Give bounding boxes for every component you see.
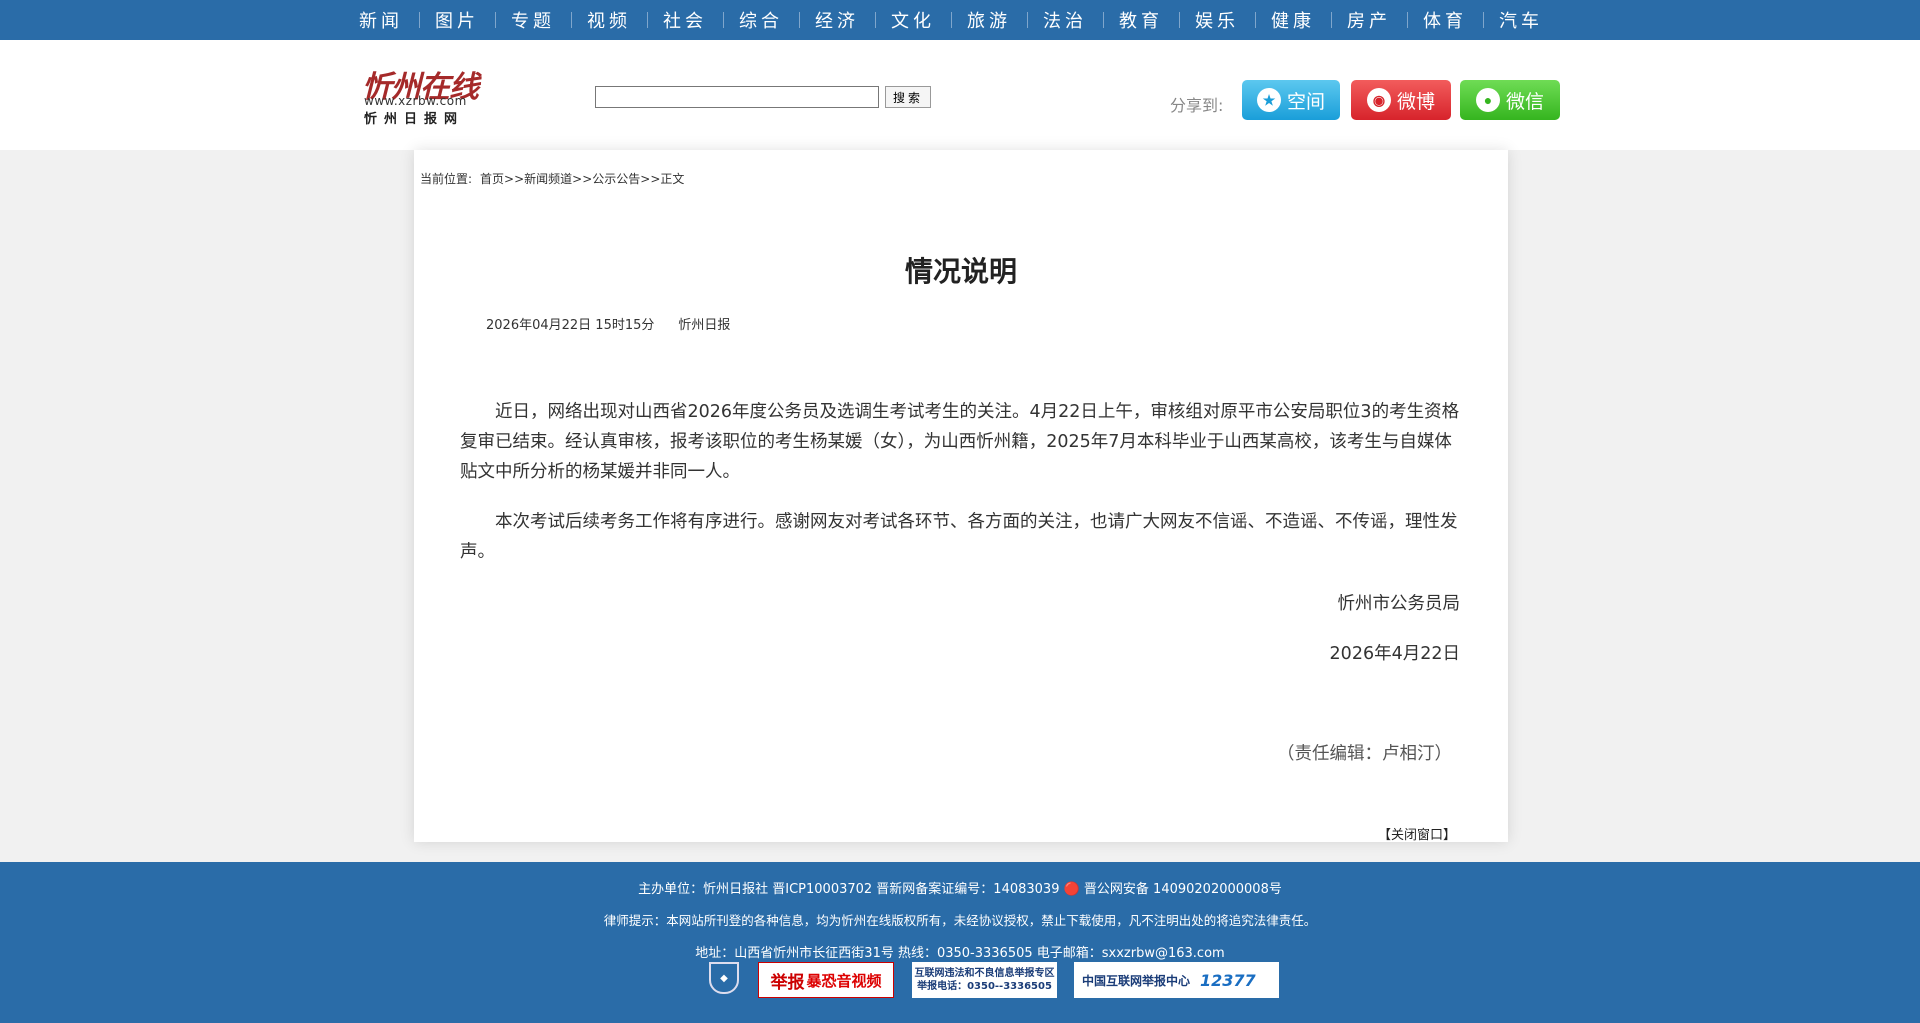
nav-item: 娱乐 [1171,7,1247,33]
share-weibo-label: 微博 [1396,91,1435,113]
close-window-link[interactable]: 【关闭窗口】 [1378,824,1456,843]
nav-link[interactable]: 教育 [1111,7,1171,33]
nav-separator [1407,12,1408,28]
article-source: 忻州日报 [678,318,731,333]
nav-separator [1483,12,1484,28]
search-input[interactable] [595,86,879,108]
footer-sponsor: 主办单位：忻州日报社 晋ICP10003702 晋新网备案证编号：1408303… [638,882,1282,897]
article-title: 情况说明 [904,255,1017,288]
logo-name: 忻州日报网 [364,112,465,127]
share-qzone-button[interactable]: ★ 空间 [1242,80,1340,120]
nav-link[interactable]: 法治 [1035,7,1095,33]
nav-separator [723,12,724,28]
nav-item: 法治 [1019,7,1095,33]
nav-separator [1179,12,1180,28]
report-terror-badge[interactable]: 举报 暴恐音视频 [758,962,894,998]
share-qzone-label: 空间 [1286,91,1325,113]
nav-item: 文化 [867,7,943,33]
nav-item: 房产 [1323,7,1399,33]
share-wechat-label: 微信 [1505,91,1544,113]
nav-separator [1103,12,1104,28]
law-badge-line2: 举报电话：0350--3336505 [917,981,1052,992]
share-label: 分享到: [1170,96,1224,115]
weibo-eye-icon: ◉ [1366,88,1391,112]
qzone-star-icon: ★ [1256,88,1281,112]
header: 忻州在线 www.xzrbw.com 忻州日报网 搜索 分享到: ★ 空间 ◉ … [0,40,1920,150]
logo-url: www.xzrbw.com [364,94,467,108]
nav-separator [1027,12,1028,28]
nav-link[interactable]: 汽车 [1491,7,1551,33]
nav-item: 教育 [1095,7,1171,33]
nav-separator [647,12,648,28]
nav-link[interactable]: 房产 [1339,7,1399,33]
nav-separator [875,12,876,28]
nav-link[interactable]: 综合 [731,7,791,33]
paragraph: 近日，网络出现对山西省2026年度公务员及选调生考试考生的关注。4月22日上午，… [460,402,1460,482]
nav-link[interactable]: 文化 [883,7,943,33]
nav-item: 体育 [1399,7,1475,33]
site-logo[interactable]: 忻州在线 www.xzrbw.com 忻州日报网 [362,62,492,127]
nav-link[interactable]: 新闻 [351,7,411,33]
article-container: 当前位置: 首页>>新闻频道>>公示公告>>正文 情况说明 2026年04月22… [414,150,1508,843]
nav-link[interactable]: 图片 [427,7,487,33]
article-meta: 2026年04月22日 15时15分 忻州日报 [486,314,730,333]
nav-link[interactable]: 视频 [579,7,639,33]
nav-item: 旅游 [943,7,1019,33]
nav-separator [799,12,800,28]
cac-badge-label: 中国互联网举报中心 [1082,973,1191,988]
nav-link[interactable]: 健康 [1263,7,1323,33]
footer-legal-notice: 律师提示：本网站所刊登的各种信息，均为忻州在线版权所有，未经协议授权，禁止下载使… [603,913,1317,928]
nav-item: 经济 [791,7,867,33]
cac-report-center-badge[interactable]: 中国互联网举报中心 12377 [1074,962,1279,998]
share-wechat-button[interactable]: ● 微信 [1460,80,1560,120]
search-button[interactable]: 搜索 [885,86,931,108]
cac-badge-number: 12377 [1200,970,1256,990]
article-signature: 忻州市公务员局 [1337,594,1461,614]
nav-link[interactable]: 旅游 [959,7,1019,33]
top-navigation: 新闻 图片 专题 视频 社会 综合 经济 文化 旅游 法治 教育 娱乐 健康 房产 体育 汽车 [0,0,1920,40]
share-weibo-button[interactable]: ◉ 微博 [1351,80,1451,120]
paragraph: 本次考试后续考务工作将有序进行。感谢网友对考试各环节、各方面的关注，也请广大网友… [460,512,1458,562]
nav-link[interactable]: 体育 [1415,7,1475,33]
breadcrumb: 当前位置: 首页>>新闻频道>>公示公告>>正文 [420,170,684,187]
nav-separator [1331,12,1332,28]
nav-item: 社会 [639,7,715,33]
nav-item: 综合 [715,7,791,33]
footer: 主办单位：忻州日报社 晋ICP10003702 晋新网备案证编号：1408303… [0,862,1920,1023]
nav-item: 专题 [487,7,563,33]
nav-item: 视频 [563,7,639,33]
article-editor: （责任编辑：卢相汀） [1277,744,1452,764]
nav-link[interactable]: 社会 [655,7,715,33]
illegal-info-report-badge[interactable]: 互联网违法和不良信息举报专区 举报电话：0350--3336505 [912,962,1057,998]
article-date: 2026年04月22日 15时15分 [486,318,655,333]
nav-link[interactable]: 娱乐 [1187,7,1247,33]
law-badge-line1: 互联网违法和不良信息举报专区 [914,968,1055,979]
footer-address: 地址：山西省忻州市长征西街31号 热线：0350-3336505 电子邮箱：sx… [695,946,1225,961]
wechat-bubble-icon: ● [1475,88,1500,112]
nav-item: 汽车 [1475,7,1551,33]
breadcrumb-path[interactable]: 首页>>新闻频道>>公示公告>>正文 [480,170,684,187]
nav-list: 新闻 图片 专题 视频 社会 综合 经济 文化 旅游 法治 教育 娱乐 健康 房产 体育 汽车 [351,0,1551,40]
article-sign-date: 2026年4月22日 [1329,644,1460,664]
police-shield-icon[interactable]: ◆ [709,962,739,994]
article-body: 近日，网络出现对山西省2026年度公务员及选调生考试考生的关注。4月22日上午，… [460,397,1460,587]
nav-item: 图片 [411,7,487,33]
report-badge-main: 举报 [770,972,805,993]
nav-item: 健康 [1247,7,1323,33]
nav-link[interactable]: 经济 [807,7,867,33]
footer-badges: ◆ 举报 暴恐音视频 互联网违法和不良信息举报专区 举报电话：0350--333… [0,962,1920,1002]
nav-separator [495,12,496,28]
nav-separator [1255,12,1256,28]
nav-separator [571,12,572,28]
nav-separator [419,12,420,28]
nav-link[interactable]: 专题 [503,7,563,33]
nav-item: 新闻 [351,7,411,33]
breadcrumb-label: 当前位置: [420,172,473,186]
report-badge-sub: 暴恐音视频 [806,971,882,990]
nav-separator [951,12,952,28]
search-bar: 搜索 [595,86,931,108]
